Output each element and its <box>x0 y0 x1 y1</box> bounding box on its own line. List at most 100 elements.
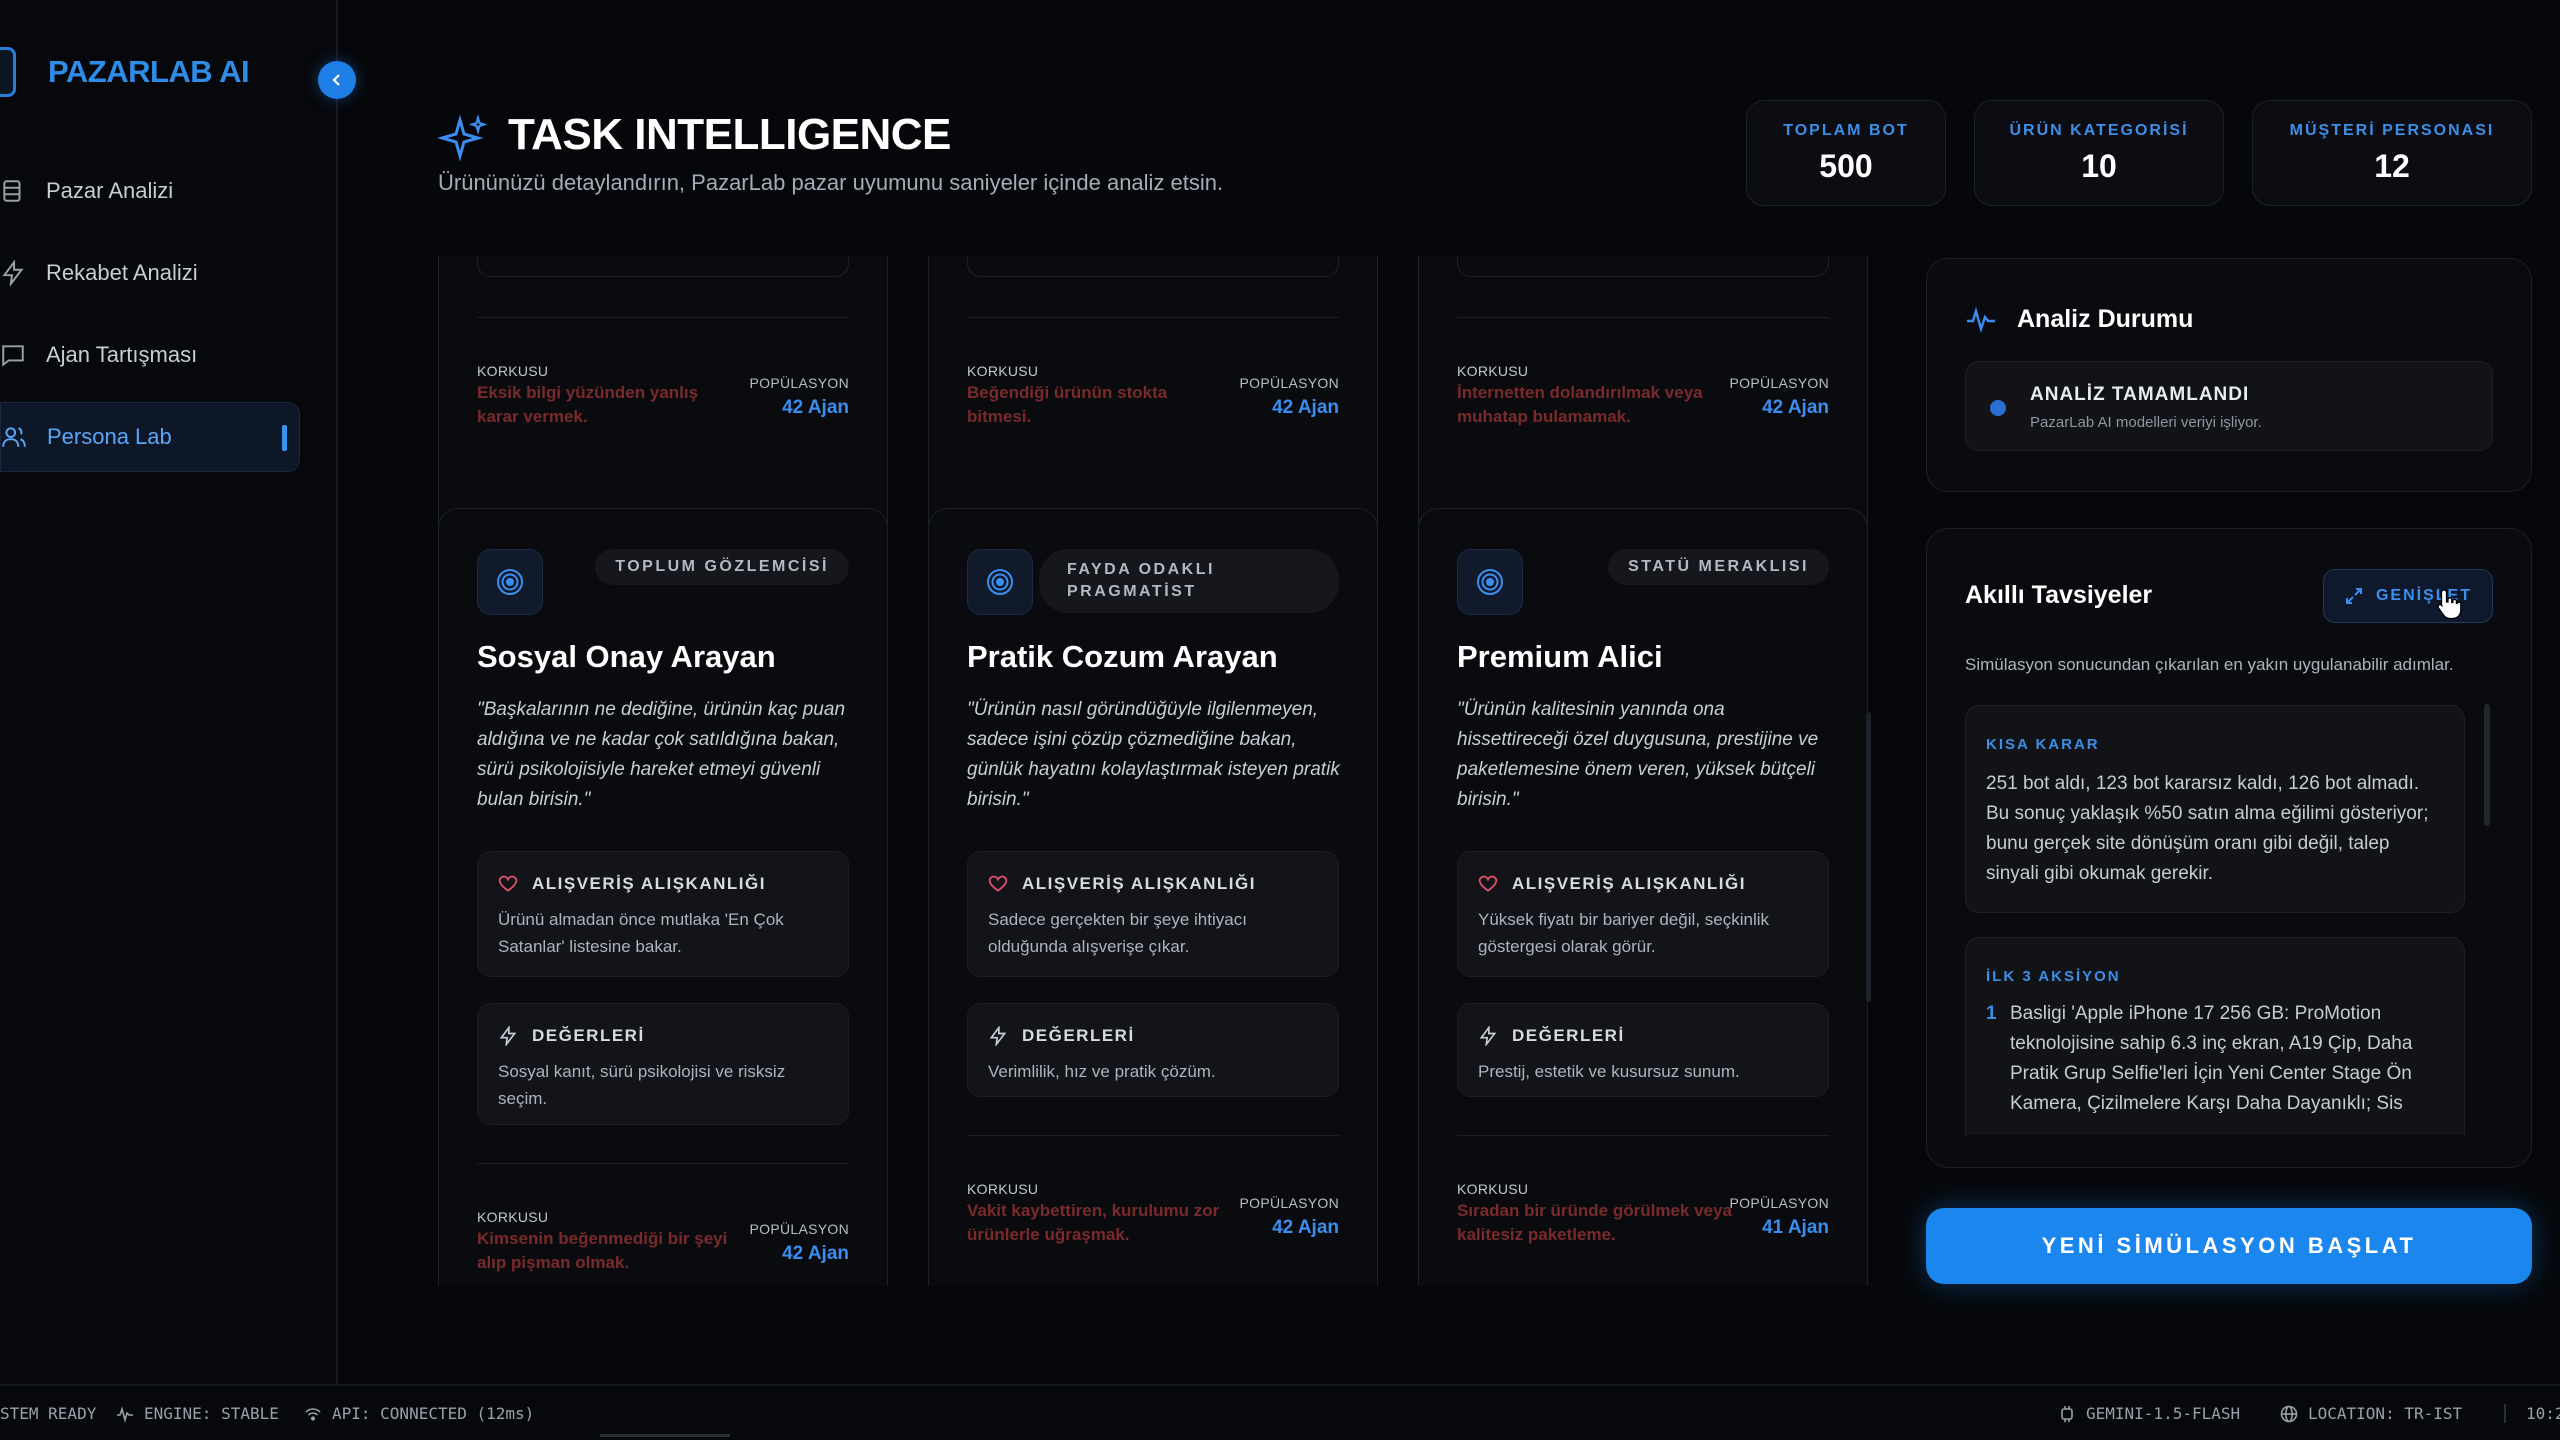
persona-cards-area[interactable]: KORKUSU Eksik bilgi yüzünden yanlış kara… <box>438 256 1868 1286</box>
active-indicator <box>282 425 287 451</box>
stat-total-bots: TOPLAM BOT 500 <box>1746 100 1946 206</box>
card-inner-box <box>967 256 1339 277</box>
clock: 10:2 <box>2504 1404 2560 1423</box>
model-status: GEMINI-1.5-FLASH <box>2058 1404 2240 1423</box>
stat-value: 10 <box>2081 147 2117 184</box>
expand-icon <box>2345 588 2362 604</box>
persona-card-premium-alici[interactable]: STATÜ MERAKLISI Premium Alici "Ürünün ka… <box>1418 508 1868 1286</box>
sidebar-item-rekabet-analizi[interactable]: Rekabet Analizi <box>0 238 300 308</box>
stat-label: MÜŞTERİ PERSONASI <box>2289 121 2495 139</box>
shopping-habit-box: ALIŞVERİŞ ALIŞKANLIĞI Sadece gerçekten b… <box>967 851 1339 977</box>
stat-label: TOPLAM BOT <box>1783 121 1909 139</box>
population-label: POPÜLASYON <box>749 1221 849 1237</box>
shopping-habit-box: ALIŞVERİŞ ALIŞKANLIĞI Yüksek fiyatı bir … <box>1457 851 1829 977</box>
shopping-habit-box: ALIŞVERİŞ ALIŞKANLIĞI Ürünü almadan önce… <box>477 851 849 977</box>
values-label: DEĞERLERİ <box>532 1026 645 1045</box>
persona-tag: STATÜ MERAKLISI <box>1608 549 1829 585</box>
action-number: 1 <box>1986 1003 1997 1024</box>
activity-icon <box>1967 306 1995 334</box>
engine-status-text: ENGINE: STABLE <box>144 1404 279 1423</box>
persona-title: Sosyal Onay Arayan <box>477 639 776 674</box>
api-status-text: API: CONNECTED (12ms) <box>332 1404 535 1423</box>
shopping-habit-label: ALIŞVERİŞ ALIŞKANLIĞI <box>1022 874 1256 893</box>
stat-product-category: ÜRÜN KATEGORİSİ 10 <box>1974 100 2224 206</box>
chevron-left-icon <box>332 74 340 86</box>
population-value: 41 Ajan <box>1762 1217 1829 1238</box>
logo[interactable]: PAZARLAB AI <box>0 44 250 100</box>
engine-status: ENGINE: STABLE <box>116 1404 279 1423</box>
values-text: Verimlilik, hız ve pratik çözüm. <box>988 1062 1216 1081</box>
top-actions-box: İLK 3 AKSİYON 1 Basligi 'Apple iPhone 17… <box>1965 937 2465 1135</box>
target-icon <box>477 549 543 615</box>
status-dot <box>1990 400 2006 416</box>
sidebar-collapse-button[interactable] <box>318 61 356 99</box>
new-simulation-button[interactable]: YENİ SİMÜLASYON BAŞLAT <box>1926 1208 2532 1284</box>
fear-text: Beğendiği ürünün stokta bitmesi. <box>967 383 1168 426</box>
short-decision-box: KISA KARAR 251 bot aldı, 123 bot kararsı… <box>1965 705 2465 913</box>
cards-scrollbar[interactable] <box>1866 712 1871 1002</box>
location-status-text: LOCATION: TR-IST <box>2308 1404 2463 1423</box>
fear-text: İnternetten dolandırılmak veya muhatap b… <box>1457 383 1703 426</box>
values-label: DEĞERLERİ <box>1022 1026 1135 1045</box>
sidebar-nav: Pazar Analizi Rekabet Analizi Ajan Tartı… <box>0 156 300 484</box>
population-value: 42 Ajan <box>1272 397 1339 418</box>
sidebar-item-ajan-tartismasi[interactable]: Ajan Tartışması <box>0 320 300 390</box>
stat-customer-persona: MÜŞTERİ PERSONASI 12 <box>2252 100 2532 206</box>
heart-icon <box>498 875 518 892</box>
values-text: Sosyal kanıt, sürü psikolojisi ve risksi… <box>498 1062 786 1108</box>
population-value: 42 Ajan <box>1272 1217 1339 1238</box>
divider <box>1457 317 1829 318</box>
status-bar: STEM READY ENGINE: STABLE API: CONNECTED… <box>0 1384 2560 1440</box>
shopping-habit-text: Yüksek fiyatı bir bariyer değil, seçkinl… <box>1478 910 1770 956</box>
sidebar-item-persona-lab[interactable]: Persona Lab <box>0 402 300 472</box>
activity-icon <box>117 1405 133 1423</box>
mouse-pointer-icon <box>2437 589 2462 620</box>
app-name: PAZARLAB AI <box>48 54 250 89</box>
values-box: DEĞERLERİ Sosyal kanıt, sürü psikolojisi… <box>477 1003 849 1125</box>
divider <box>967 317 1339 318</box>
values-box: DEĞERLERİ Prestij, estetik ve kusursuz s… <box>1457 1003 1829 1097</box>
lightning-icon <box>989 1026 1007 1046</box>
population-label: POPÜLASYON <box>1729 375 1829 391</box>
status-box: ANALİZ TAMAMLANDI PazarLab AI modelleri … <box>1965 361 2493 451</box>
expand-button[interactable]: GENİŞLET <box>2323 569 2493 623</box>
persona-tag: TOPLUM GÖZLEMCİSİ <box>595 549 849 585</box>
card-inner-box <box>477 256 849 277</box>
short-decision-text: 251 bot aldı, 123 bot kararsız kaldı, 12… <box>1986 773 2429 884</box>
smart-recommendations-panel: Akıllı Tavsiyeler GENİŞLET Simülasyon so… <box>1926 528 2532 1168</box>
model-status-text: GEMINI-1.5-FLASH <box>2086 1404 2241 1423</box>
fear-text: Kimsenin beğenmediği bir şeyi alıp pişma… <box>477 1229 728 1272</box>
divider <box>477 317 849 318</box>
wifi-icon <box>305 1407 321 1421</box>
recommendations-scrollbar[interactable] <box>2484 704 2490 826</box>
population-label: POPÜLASYON <box>1729 1195 1829 1211</box>
persona-title: Pratik Cozum Arayan <box>967 639 1278 674</box>
short-decision-label: KISA KARAR <box>1986 736 2100 753</box>
persona-card-pratik-cozum-arayan[interactable]: FAYDA ODAKLI PRAGMATİST Pratik Cozum Ara… <box>928 508 1378 1286</box>
heart-icon <box>988 875 1008 892</box>
fear-text: Vakit kaybettiren, kurulumu zor ürünlerl… <box>967 1201 1220 1244</box>
chat-icon <box>2 345 24 367</box>
recommendations-title: Akıllı Tavsiyeler <box>1965 581 2153 609</box>
values-text: Prestij, estetik ve kusursuz sunum. <box>1478 1062 1740 1081</box>
action-item: 1 Basligi 'Apple iPhone 17 256 GB: ProMo… <box>1986 999 2444 1119</box>
divider <box>1457 1135 1829 1136</box>
sidebar-item-label: Persona Lab <box>47 424 172 449</box>
population-label: POPÜLASYON <box>749 375 849 391</box>
fear-label: KORKUSU <box>477 1209 549 1225</box>
lightning-icon <box>2 260 24 286</box>
logo-icon <box>0 47 16 97</box>
status-state: ANALİZ TAMAMLANDI <box>2030 384 2250 405</box>
persona-card-sosyal-onay-arayan[interactable]: TOPLUM GÖZLEMCİSİ Sosyal Onay Arayan "Ba… <box>438 508 888 1286</box>
population-label: POPÜLASYON <box>1239 1195 1339 1211</box>
sidebar-item-pazar-analizi[interactable]: Pazar Analizi <box>0 156 300 226</box>
sidebar-item-label: Rekabet Analizi <box>46 260 198 285</box>
shopping-habit-text: Sadece gerçekten bir şeye ihtiyacı olduğ… <box>988 910 1247 956</box>
fear-text: Sıradan bir üründe görülmek veya kalites… <box>1457 1201 1732 1244</box>
analysis-status-title: Analiz Durumu <box>2017 305 2194 333</box>
values-box: DEĞERLERİ Verimlilik, hız ve pratik çözü… <box>967 1003 1339 1097</box>
stat-label: ÜRÜN KATEGORİSİ <box>2009 121 2189 139</box>
recommendations-list[interactable]: KISA KARAR 251 bot aldı, 123 bot kararsı… <box>1965 705 2465 1135</box>
storefront-icon <box>3 180 21 202</box>
heart-icon <box>1478 875 1498 892</box>
